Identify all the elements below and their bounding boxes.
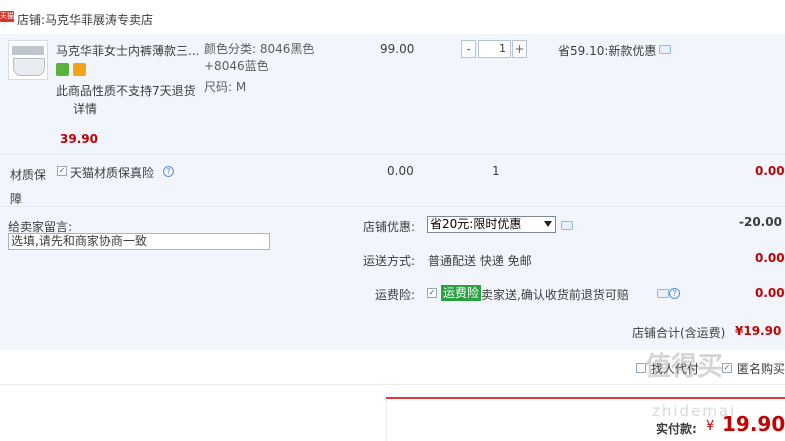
shipping-amount: 0.00	[755, 251, 785, 265]
quantity-decrease-button[interactable]: -	[461, 40, 476, 58]
shop-discount-amount: -20.00	[739, 215, 782, 229]
divider	[0, 154, 785, 155]
promo-text: 省59.10:新款优惠	[558, 44, 657, 58]
freight-insurance-badge: 运费险	[441, 285, 482, 301]
green-service-icon[interactable]	[56, 63, 69, 76]
card-payment-icon[interactable]	[73, 63, 86, 76]
store-total-amount: ¥19.90	[735, 324, 782, 338]
chevron-down-icon	[544, 221, 552, 227]
product-thumbnail[interactable]	[8, 40, 48, 80]
insurance-label: 材质保障	[10, 168, 47, 206]
seller-message-input[interactable]: 选填,请先和商家协商一致	[8, 233, 270, 250]
insurance-name: 天猫材质保真险	[70, 166, 155, 180]
store-total-label: 店铺合计(含运费)	[632, 326, 726, 340]
freight-insurance-label: 运费险:	[374, 288, 415, 302]
item-price: 39.90	[60, 132, 98, 146]
shipping-method: 普通配送 快递 免邮	[428, 254, 532, 268]
payment-amount: 19.90	[722, 412, 785, 436]
sku-color-label: 颜色分类:	[204, 42, 257, 56]
no-return-note: 此商品性质不支持7天退货	[56, 84, 196, 98]
thumbnail-waistband	[12, 46, 44, 55]
store-label: 店铺:	[17, 13, 46, 27]
freight-insurance-amount: 0.00	[755, 286, 785, 300]
freight-insurance-text: 卖家送,确认收货前退货可赔	[481, 288, 629, 302]
shop-discount-select[interactable]: 省20元:限时优惠	[427, 216, 556, 233]
shop-discount-selected: 省20元:限时优惠	[430, 217, 522, 231]
payment-box-border	[386, 399, 387, 441]
freight-chat-icon[interactable]	[657, 289, 669, 298]
insurance-checkbox[interactable]: ✓	[57, 166, 67, 176]
quantity-increase-button[interactable]: +	[512, 40, 527, 58]
tmall-badge: 天猫	[0, 11, 14, 22]
insurance-price: 0.00	[387, 164, 414, 178]
payment-label: 实付款:	[656, 422, 697, 436]
thumbnail-brief	[13, 58, 45, 76]
discount-chat-icon[interactable]	[561, 221, 573, 230]
store-title: 店铺:马克华菲展涛专卖店	[17, 11, 153, 28]
sku-size: 尺码: M	[204, 80, 247, 94]
payment-currency: ¥	[706, 419, 715, 434]
promo-chat-icon[interactable]	[659, 45, 671, 54]
product-name-link[interactable]: 马克华菲女士内裤薄款三...	[56, 42, 198, 59]
insurance-amount: 0.00	[755, 164, 785, 178]
store-name-link[interactable]: 马克华菲展涛专卖店	[45, 13, 153, 27]
insurance-qty: 1	[492, 164, 500, 178]
freight-insurance-checkbox[interactable]: ✓	[427, 288, 437, 298]
freight-help-icon[interactable]: ?	[669, 288, 680, 299]
shop-discount-label: 店铺优惠:	[362, 220, 415, 234]
insurance-help-icon[interactable]: ?	[163, 166, 174, 177]
unit-price: 99.00	[380, 42, 415, 56]
sku-color: 颜色分类: 8046黑色+8046蓝色	[204, 41, 354, 75]
details-link[interactable]: 详情	[73, 100, 97, 117]
shipping-label: 运送方式:	[362, 254, 415, 268]
divider	[0, 206, 785, 207]
quantity-input[interactable]: 1	[478, 40, 511, 58]
